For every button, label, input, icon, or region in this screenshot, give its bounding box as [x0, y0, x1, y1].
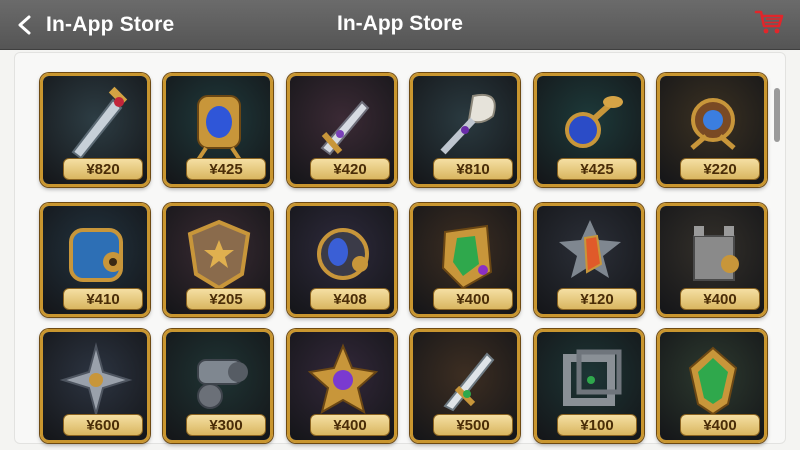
store-item-card[interactable]: ¥420: [287, 73, 397, 187]
cart-icon: [754, 10, 784, 34]
item-price: ¥400: [680, 288, 760, 310]
store-item-card[interactable]: ¥410: [40, 203, 150, 317]
store-item-card[interactable]: ¥300: [163, 329, 273, 443]
store-item-card[interactable]: ¥400: [287, 329, 397, 443]
green-sword-icon: [443, 352, 495, 412]
item-price: ¥810: [433, 158, 513, 180]
store-item-card[interactable]: ¥810: [410, 73, 520, 187]
store-item-card[interactable]: ¥220: [657, 73, 767, 187]
store-item-card[interactable]: ¥425: [534, 73, 644, 187]
crest-icon: [690, 98, 736, 150]
store-item-card[interactable]: ¥500: [410, 329, 520, 443]
store-item-card[interactable]: ¥425: [163, 73, 273, 187]
item-price: ¥425: [557, 158, 637, 180]
star-gem-icon: [307, 343, 379, 415]
item-price: ¥120: [557, 288, 637, 310]
item-price: ¥410: [63, 288, 143, 310]
item-price: ¥408: [310, 288, 390, 310]
store-item-card[interactable]: ¥120: [534, 203, 644, 317]
scroll-thumb[interactable]: [774, 88, 780, 142]
dagger-icon: [320, 100, 370, 156]
item-price: ¥400: [680, 414, 760, 436]
item-grid: ¥820 ¥425 ¥420 ¥810 ¥425 ¥220 ¥410 ¥205 ¥408 ¥400…: [15, 53, 775, 445]
scrollbar[interactable]: [774, 56, 782, 440]
store-item-card[interactable]: ¥400: [657, 203, 767, 317]
item-price: ¥425: [186, 158, 266, 180]
gem-orb-icon: [317, 228, 369, 280]
item-price: ¥600: [63, 414, 143, 436]
item-price: ¥100: [557, 414, 637, 436]
back-label: In-App Store: [46, 13, 175, 36]
item-price: ¥300: [186, 414, 266, 436]
orb-staff-icon: [565, 96, 623, 148]
cube-frame-icon: [563, 349, 622, 406]
item-price: ¥820: [63, 158, 143, 180]
sword-icon: [71, 86, 128, 160]
top-bar: In-App Store In-App Store: [0, 0, 800, 50]
star-shield-icon: [187, 219, 251, 291]
item-price: ¥400: [433, 288, 513, 310]
spiked-gem-icon: [559, 220, 621, 278]
amulet-icon: [196, 95, 242, 162]
gem-shield-icon: [441, 224, 493, 290]
cannon-icon: [197, 359, 248, 409]
chest-armor-icon: [69, 228, 123, 282]
item-price: ¥500: [433, 414, 513, 436]
store-item-card[interactable]: ¥820: [40, 73, 150, 187]
store-item-card[interactable]: ¥408: [287, 203, 397, 317]
store-item-card[interactable]: ¥600: [40, 329, 150, 443]
item-price: ¥400: [310, 414, 390, 436]
store-item-card[interactable]: ¥100: [534, 329, 644, 443]
cart-button[interactable]: [754, 8, 786, 38]
item-price: ¥205: [186, 288, 266, 310]
chevron-left-icon: [18, 15, 31, 35]
store-item-card[interactable]: ¥400: [657, 329, 767, 443]
feather-dagger-icon: [440, 94, 496, 155]
item-price: ¥420: [310, 158, 390, 180]
shuriken-icon: [59, 342, 133, 418]
store-grid-panel: ¥820 ¥425 ¥420 ¥810 ¥425 ¥220 ¥410 ¥205 ¥408 ¥400…: [14, 52, 786, 444]
green-gem-icon: [688, 346, 738, 416]
store-item-card[interactable]: ¥205: [163, 203, 273, 317]
back-button[interactable]: In-App Store: [8, 8, 198, 42]
tower-icon: [693, 226, 739, 281]
item-price: ¥220: [680, 158, 760, 180]
store-item-card[interactable]: ¥400: [410, 203, 520, 317]
